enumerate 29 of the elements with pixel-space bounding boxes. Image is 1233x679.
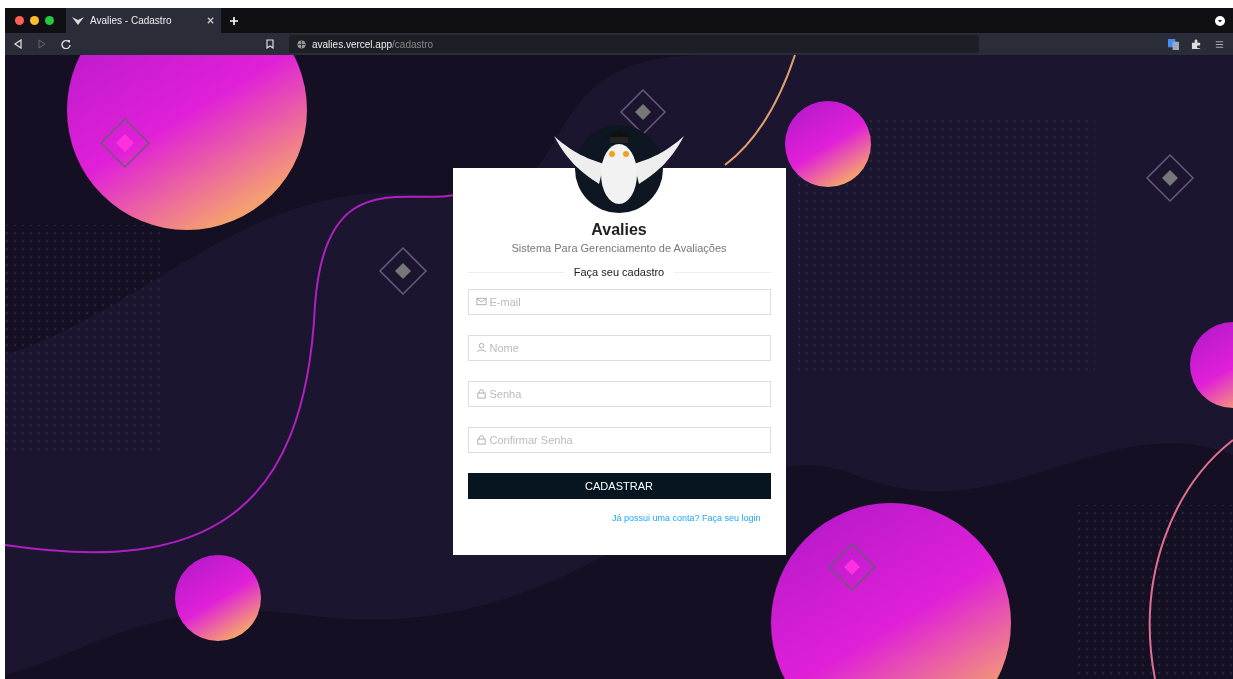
profile-icon[interactable] (1215, 15, 1225, 26)
address-bar[interactable]: avalies.vercel.app/cadastro (289, 35, 979, 53)
puzzle-icon[interactable] (1191, 38, 1202, 50)
app-title: Avalies (591, 221, 647, 239)
bird-icon (72, 15, 84, 26)
diamond-icon (99, 117, 151, 169)
globe-icon (297, 39, 306, 49)
new-tab-icon[interactable] (229, 15, 239, 26)
translate-icon[interactable] (1168, 38, 1179, 50)
bookmark-icon[interactable] (265, 39, 275, 49)
diamond-icon (378, 246, 428, 296)
browser-tab[interactable]: Avalies - Cadastro (66, 8, 221, 33)
minimize-window-dot[interactable] (30, 16, 39, 25)
email-field[interactable]: E-mail (467, 289, 771, 315)
back-icon[interactable] (13, 39, 23, 49)
lock-field[interactable]: Senha (467, 381, 771, 407)
diamond-icon (827, 542, 877, 592)
reload-icon[interactable] (61, 39, 71, 49)
app-subtitle: Sistema Para Gerenciamento de Avaliações (511, 242, 727, 254)
zoom-window-dot[interactable] (45, 16, 54, 25)
lock-field[interactable]: Confirmar Senha (467, 427, 771, 453)
diamond-icon (619, 88, 667, 136)
section-heading: Faça seu cadastro (573, 266, 665, 278)
close-icon[interactable] (206, 16, 215, 25)
close-window-dot[interactable] (15, 16, 24, 25)
diamond-icon (1145, 153, 1195, 203)
menu-icon[interactable] (1214, 38, 1225, 50)
signup-button[interactable]: CADASTRAR (467, 473, 771, 499)
user-field[interactable]: Nome (467, 335, 771, 361)
